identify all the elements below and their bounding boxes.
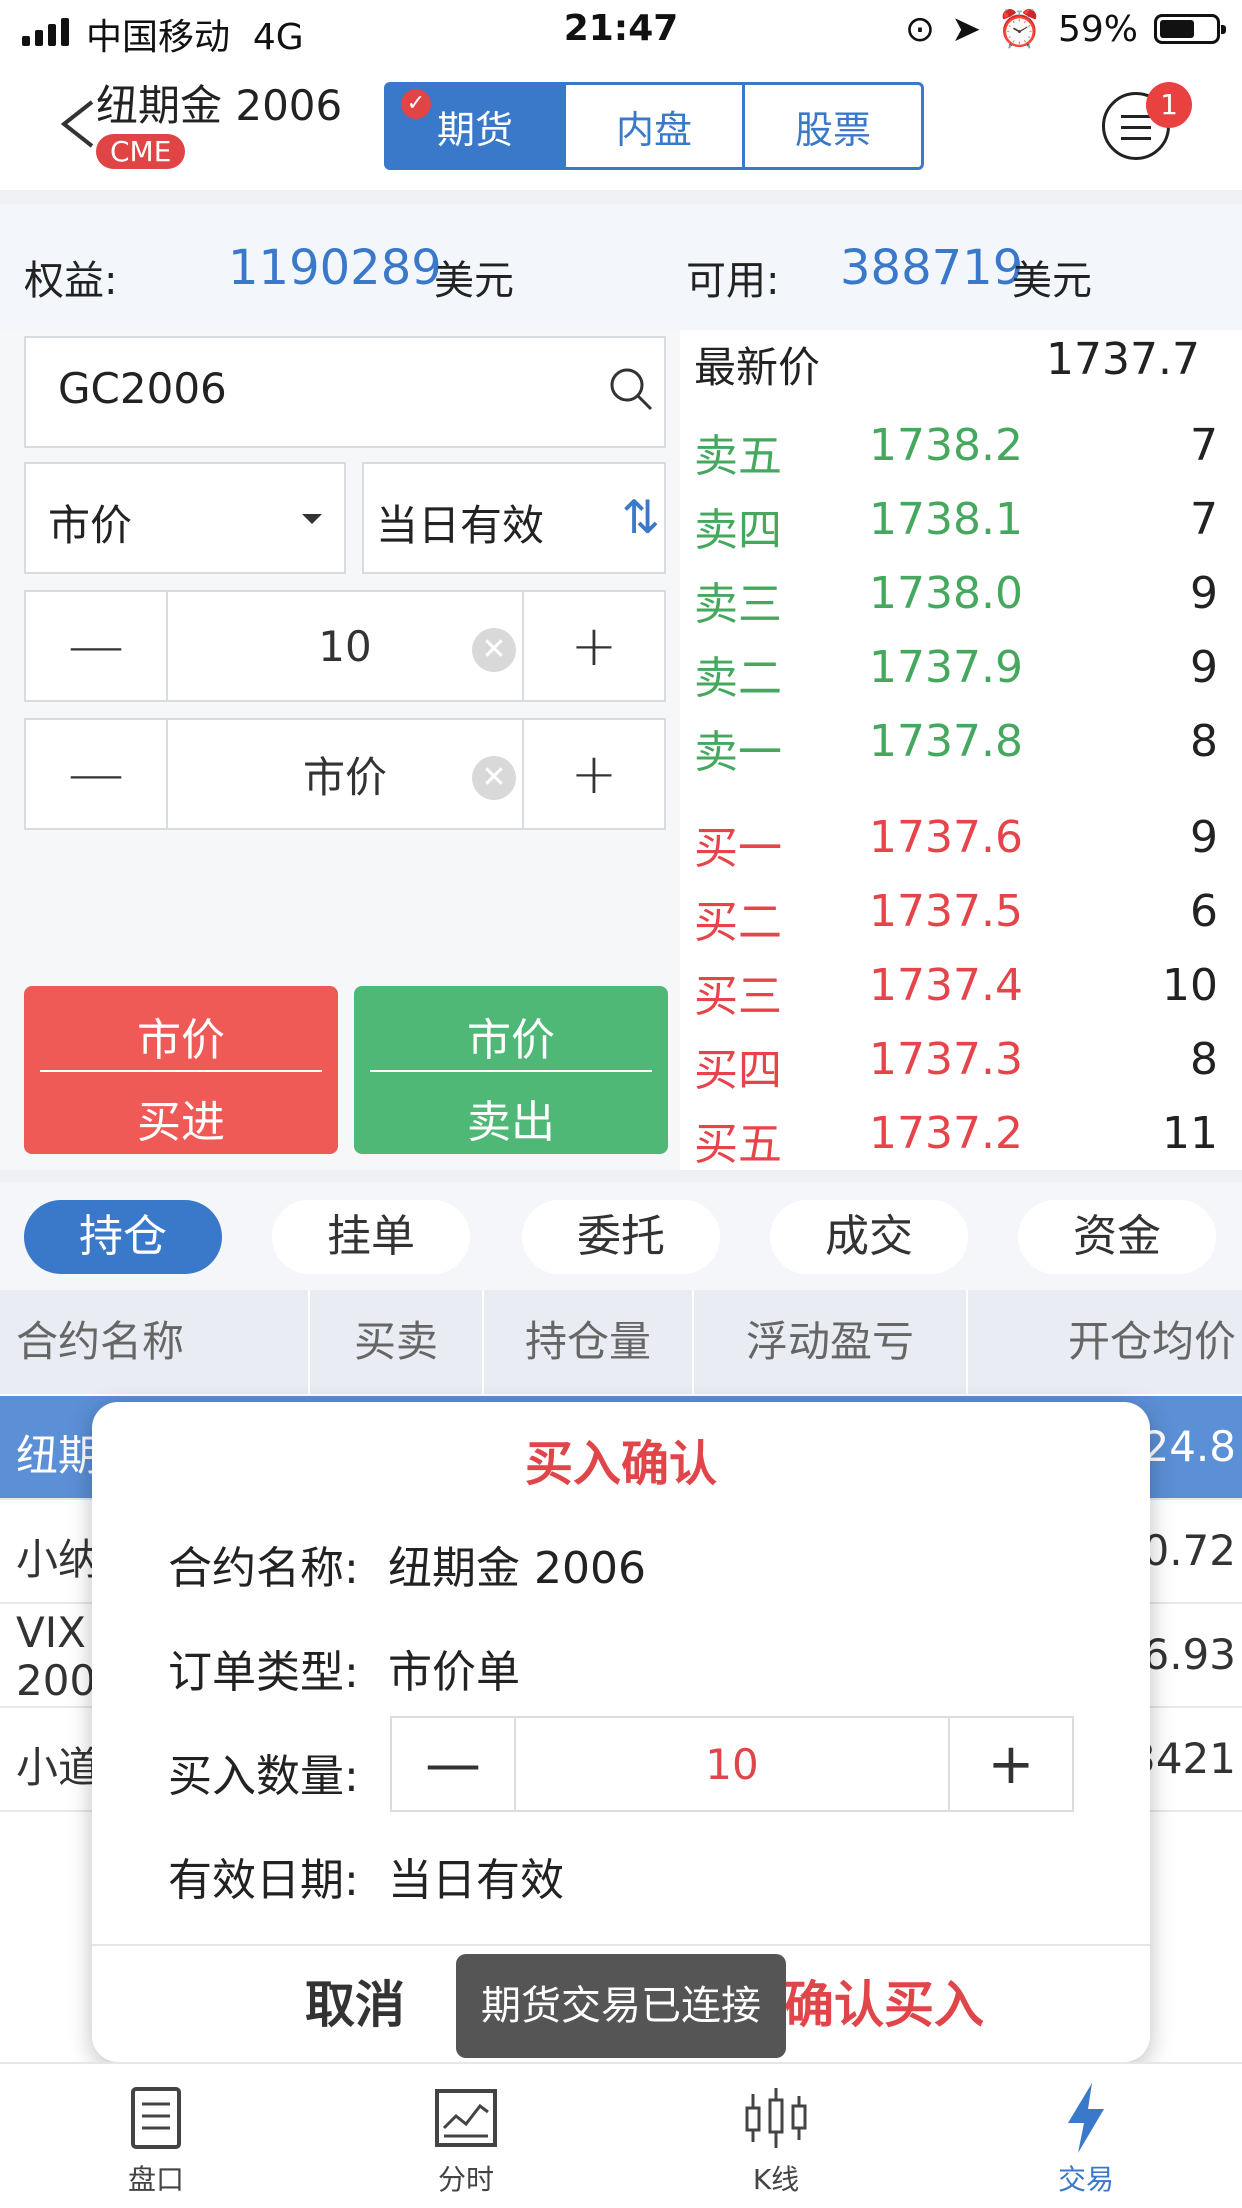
timeshare-icon xyxy=(435,2089,497,2147)
exchange-badge: CME xyxy=(96,134,186,169)
location-icon: ➤ xyxy=(950,8,982,50)
rotation-lock-icon: ⊙ xyxy=(904,8,935,50)
price-plus-button[interactable]: + xyxy=(524,720,664,828)
check-icon: ✓ xyxy=(401,89,431,119)
tab-fills[interactable]: 成交 xyxy=(770,1200,968,1274)
contract-title: 纽期金 2006 xyxy=(96,81,343,130)
clear-icon[interactable]: ✕ xyxy=(472,628,516,672)
last-price-value: 1737.7 xyxy=(1046,334,1200,385)
tab-pending[interactable]: 挂单 xyxy=(272,1200,470,1274)
equity-unit: 美元 xyxy=(434,258,514,304)
account-summary: 权益: 1190289 美元 可用: 388719 美元 xyxy=(0,204,1242,330)
price-stepper: — 市价 ✕ + xyxy=(24,718,666,830)
search-icon[interactable] xyxy=(608,366,654,412)
dialog-quantity-stepper: — 10 + xyxy=(390,1716,1074,1812)
quantity-stepper: — 10 ✕ + xyxy=(24,590,666,702)
dialog-title: 买入确认 xyxy=(524,1436,717,1492)
tab-orders[interactable]: 委托 xyxy=(522,1200,720,1274)
notification-badge: 1 xyxy=(1146,82,1192,128)
clear-icon[interactable]: ✕ xyxy=(472,756,516,800)
tab-futures[interactable]: ✓ 期货 xyxy=(387,85,566,167)
alarm-icon: ⏰ xyxy=(997,9,1042,50)
bid-row[interactable]: 买四 1737.3 8 xyxy=(694,1034,1218,1096)
dialog-minus-button[interactable]: — xyxy=(392,1718,514,1810)
bid-row[interactable]: 买五 1737.2 11 xyxy=(694,1108,1218,1170)
price-minus-button[interactable]: — xyxy=(26,720,166,828)
candlestick-icon xyxy=(745,2088,807,2148)
available-label: 可用: xyxy=(686,258,780,304)
equity-label: 权益: xyxy=(24,258,118,304)
status-bar: 中国移动 4G 21:47 ⊙ ➤ ⏰ 59% xyxy=(0,0,1242,60)
order-type-select[interactable]: 市价 xyxy=(24,462,346,574)
available-unit: 美元 xyxy=(1012,258,1092,304)
market-sell-button[interactable]: 市价 卖出 xyxy=(354,986,668,1154)
price-input[interactable]: 市价 ✕ xyxy=(166,720,524,828)
tab-domestic[interactable]: 内盘 xyxy=(566,85,745,167)
ask-row[interactable]: 卖二 1737.9 9 xyxy=(694,642,1218,704)
bid-row[interactable]: 买二 1737.5 6 xyxy=(694,886,1218,948)
bid-row[interactable]: 买一 1737.6 9 xyxy=(694,812,1218,874)
nav-orderbook[interactable]: 盘口 xyxy=(56,2078,256,2198)
quantity-input[interactable]: 10 ✕ xyxy=(166,592,524,700)
position-tabs: 持仓 挂单 委托 成交 资金 xyxy=(0,1182,1242,1290)
ask-row[interactable]: 卖三 1738.0 9 xyxy=(694,568,1218,630)
chevron-down-icon xyxy=(302,514,322,524)
validity-value: 当日有效 xyxy=(388,1855,564,1906)
battery-icon xyxy=(1154,14,1226,44)
table-header: 合约名称 买卖 持仓量 浮动盈亏 开仓均价 xyxy=(0,1290,1242,1394)
order-type-value: 市价单 xyxy=(388,1647,520,1698)
last-price-label: 最新价 xyxy=(694,343,821,392)
market-segment: ✓ 期货 内盘 股票 xyxy=(384,82,924,170)
tab-funds[interactable]: 资金 xyxy=(1018,1200,1216,1274)
available-value: 388719 xyxy=(840,240,1024,296)
market-buy-button[interactable]: 市价 买进 xyxy=(24,986,338,1154)
ask-row[interactable]: 卖四 1738.1 7 xyxy=(694,494,1218,556)
contract-code-input[interactable]: GC2006 xyxy=(24,336,666,448)
bottom-nav: 盘口 分时 K线 交易 xyxy=(0,2062,1242,2208)
tab-stocks[interactable]: 股票 xyxy=(745,85,921,167)
swap-icon[interactable]: ⇅ xyxy=(621,490,660,544)
battery-percent: 59% xyxy=(1057,8,1138,50)
nav-kline[interactable]: K线 xyxy=(676,2078,876,2198)
nav-trade[interactable]: 交易 xyxy=(986,2078,1186,2198)
dialog-plus-button[interactable]: + xyxy=(950,1718,1072,1810)
toast-message: 期货交易已连接 xyxy=(456,1954,786,2058)
validity-select[interactable]: 当日有效 ⇅ xyxy=(362,462,666,574)
orderbook-icon xyxy=(131,2087,181,2149)
bid-row[interactable]: 买三 1737.4 10 xyxy=(694,960,1218,1022)
equity-value: 1190289 xyxy=(228,240,442,296)
tab-positions[interactable]: 持仓 xyxy=(24,1200,222,1274)
contract-value: 纽期金 2006 xyxy=(388,1543,646,1594)
back-icon[interactable] xyxy=(58,100,98,148)
dialog-quantity-input[interactable]: 10 xyxy=(514,1718,950,1810)
nav-timeshare[interactable]: 分时 xyxy=(366,2078,566,2198)
ask-row[interactable]: 卖一 1737.8 8 xyxy=(694,716,1218,778)
lightning-icon xyxy=(1068,2083,1104,2153)
quantity-plus-button[interactable]: + xyxy=(524,592,664,700)
quantity-minus-button[interactable]: — xyxy=(26,592,166,700)
ask-row[interactable]: 卖五 1738.2 7 xyxy=(694,420,1218,482)
